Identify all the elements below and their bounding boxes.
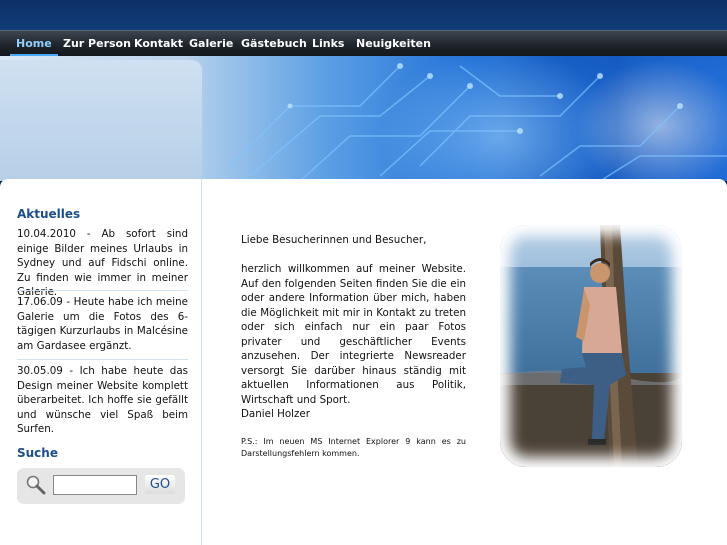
search-go-button[interactable]: GO [145,475,175,494]
main-navigation: Home Zur Person Kontakt Galerie Gästebuc… [0,30,727,56]
news-divider [17,359,188,360]
greeting-text: Liebe Besucherinnen und Besucher, [241,234,427,246]
nav-galerie[interactable]: Galerie [183,31,239,56]
news-heading: Aktuelles [17,207,81,221]
nav-links[interactable]: Links [306,31,350,56]
news-item: 30.05.09 - Ich habe heute das Design mei… [17,365,188,435]
profile-photo [500,225,682,467]
news-divider [17,290,188,291]
nav-gaestebuch[interactable]: Gästebuch [235,31,313,56]
welcome-text: herzlich willkommen auf meiner Website. … [241,263,466,406]
search-heading: Suche [17,446,58,460]
nav-home[interactable]: Home [10,31,58,56]
search-box: GO [17,468,185,504]
sidebar: Aktuelles 10.04.2010 - Ab sofort sind ei… [0,179,202,545]
nav-zur-person[interactable]: Zur Person [57,31,137,56]
search-input[interactable] [53,475,137,495]
content-area: Aktuelles 10.04.2010 - Ab sofort sind ei… [0,179,727,545]
ps-note: P.S.: Im neuen MS Internet Explorer 9 ka… [241,437,466,458]
nav-neuigkeiten[interactable]: Neuigkeiten [350,31,437,56]
header-banner [0,56,727,181]
banner-left-panel [0,60,202,181]
signature-text: Daniel Holzer [241,408,310,420]
news-item: 17.06.09 - Heute habe ich meine Galerie … [17,296,188,352]
top-band [0,0,727,30]
news-item: 10.04.2010 - Ab sofort sind einige Bilde… [17,228,188,298]
photo-vignette [500,225,682,467]
magnifier-icon [26,475,46,495]
nav-kontakt[interactable]: Kontakt [128,31,189,56]
